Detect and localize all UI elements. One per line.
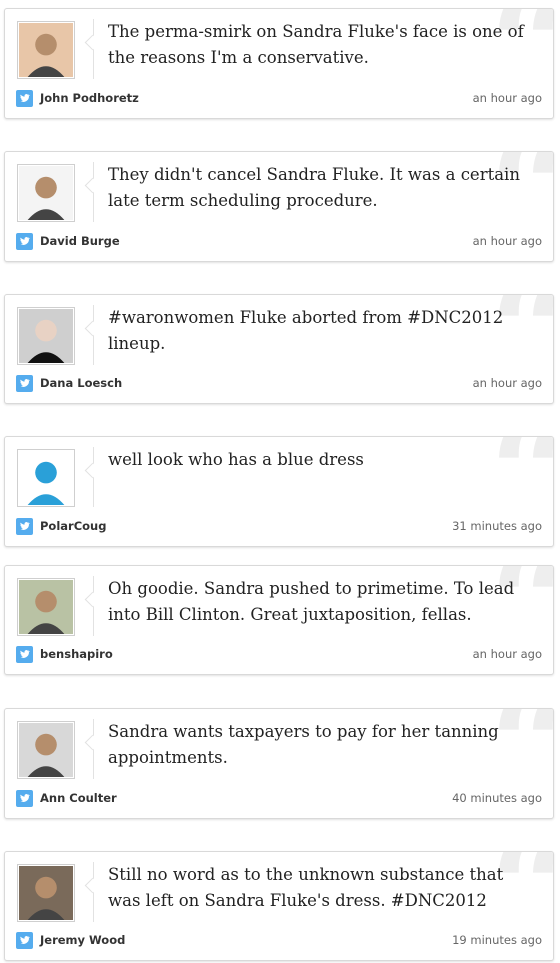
author-link[interactable]: Ann Coulter <box>40 791 117 805</box>
timestamp[interactable]: 31 minutes ago <box>452 519 542 533</box>
twitter-bird-icon[interactable] <box>16 233 33 250</box>
twitter-bird-icon[interactable] <box>16 518 33 535</box>
divider-arrow <box>93 19 94 79</box>
tweet-card: “ Oh goodie. Sandra pushed to primetime.… <box>4 565 554 675</box>
woman-standing-icon <box>19 723 73 777</box>
divider-arrow <box>93 576 94 636</box>
author-link[interactable]: Jeremy Wood <box>40 933 125 947</box>
tweet-text: Oh goodie. Sandra pushed to primetime. T… <box>108 579 515 624</box>
tweet-text: Still no word as to the unknown substanc… <box>108 865 504 910</box>
timestamp[interactable]: 40 minutes ago <box>452 791 542 805</box>
man-with-pipe-icon <box>19 166 73 220</box>
tweet-card: “ #waronwomen Fluke aborted from #DNC201… <box>4 294 554 404</box>
tweet-card: “ Still no word as to the unknown substa… <box>4 851 554 961</box>
tweet-footer: John Podhoretz an hour ago <box>16 90 542 108</box>
man-portrait-icon <box>19 580 73 634</box>
divider-arrow <box>93 305 94 365</box>
tweet-card: “ The perma-smirk on Sandra Fluke's face… <box>4 8 554 119</box>
tweet-footer: David Burge an hour ago <box>16 233 542 251</box>
tweet-text: Sandra wants taxpayers to pay for her ta… <box>108 722 499 767</box>
tweet-footer: PolarCoug 31 minutes ago <box>16 518 542 536</box>
author-link[interactable]: Dana Loesch <box>40 376 122 390</box>
author-link[interactable]: David Burge <box>40 234 120 248</box>
avatar[interactable] <box>17 864 75 922</box>
avatar[interactable] <box>17 21 75 79</box>
author-link[interactable]: PolarCoug <box>40 519 106 533</box>
tweet-text: #waronwomen Fluke aborted from #DNC2012 … <box>108 308 504 353</box>
tweet-text: They didn't cancel Sandra Fluke. It was … <box>108 165 520 210</box>
tweet-text: well look who has a blue dress <box>108 450 364 469</box>
tweet-card: “ well look who has a blue dress PolarCo… <box>4 436 554 547</box>
tweet-footer: benshapiro an hour ago <box>16 646 542 664</box>
twitter-bird-icon[interactable] <box>16 932 33 949</box>
twitter-bird-icon[interactable] <box>16 646 33 663</box>
tweet-footer: Ann Coulter 40 minutes ago <box>16 790 542 808</box>
twitter-bird-icon[interactable] <box>16 790 33 807</box>
penguin-icon <box>19 451 73 505</box>
divider-arrow <box>93 862 94 922</box>
author-link[interactable]: John Podhoretz <box>40 91 139 105</box>
timestamp[interactable]: an hour ago <box>473 376 542 390</box>
tweet-card: “ Sandra wants taxpayers to pay for her … <box>4 708 554 819</box>
twitter-bird-icon[interactable] <box>16 90 33 107</box>
tweet-footer: Dana Loesch an hour ago <box>16 375 542 393</box>
tweet-footer: Jeremy Wood 19 minutes ago <box>16 932 542 950</box>
twitter-bird-icon[interactable] <box>16 375 33 392</box>
avatar[interactable] <box>17 164 75 222</box>
avatar[interactable] <box>17 449 75 507</box>
woman-portrait-icon <box>19 309 73 363</box>
avatar[interactable] <box>17 578 75 636</box>
timestamp[interactable]: 19 minutes ago <box>452 933 542 947</box>
timestamp[interactable]: an hour ago <box>473 234 542 248</box>
timestamp[interactable]: an hour ago <box>473 91 542 105</box>
tweet-text: The perma-smirk on Sandra Fluke's face i… <box>108 22 524 67</box>
man-smiling-icon <box>19 866 73 920</box>
divider-arrow <box>93 719 94 779</box>
avatar[interactable] <box>17 307 75 365</box>
baby-photo-icon <box>19 23 73 77</box>
divider-arrow <box>93 162 94 222</box>
divider-arrow <box>93 447 94 507</box>
author-link[interactable]: benshapiro <box>40 647 113 661</box>
timestamp[interactable]: an hour ago <box>473 647 542 661</box>
avatar[interactable] <box>17 721 75 779</box>
tweet-card: “ They didn't cancel Sandra Fluke. It wa… <box>4 151 554 262</box>
